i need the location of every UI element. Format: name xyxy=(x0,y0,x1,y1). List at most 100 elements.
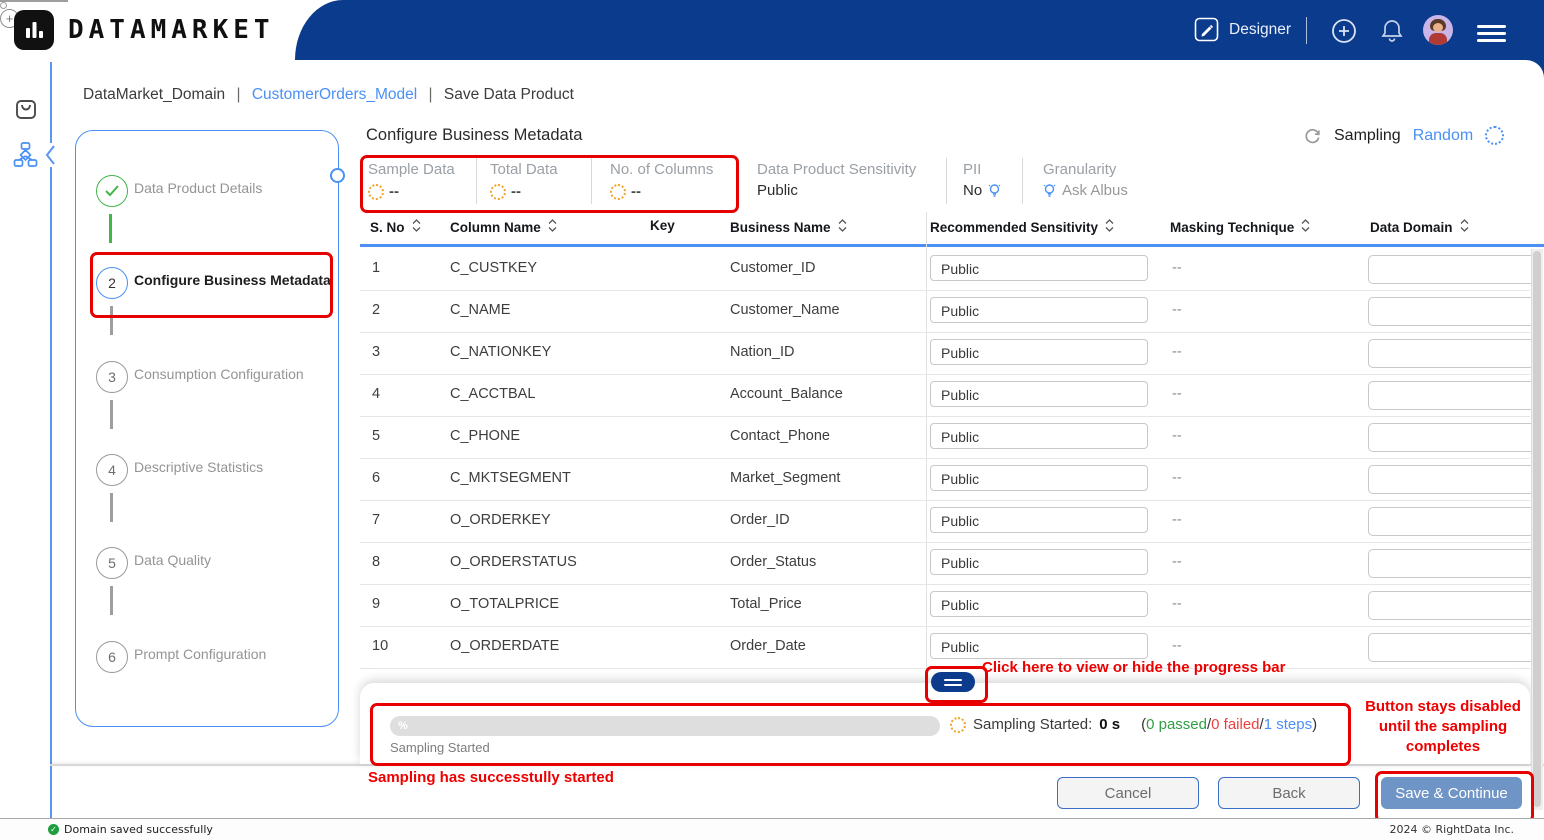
info-label: Data Product Sensitivity xyxy=(757,161,917,178)
data-domain-input[interactable] xyxy=(1368,423,1538,452)
step-label-1[interactable]: Data Product Details xyxy=(134,180,262,196)
data-domain-input[interactable] xyxy=(1368,549,1538,578)
footer-divider xyxy=(50,764,1544,766)
step-circle-3[interactable]: 3 xyxy=(96,361,128,393)
shopping-bag-icon[interactable] xyxy=(14,97,38,126)
cell-masking-technique: -- xyxy=(1172,638,1182,654)
notifications-bell-icon[interactable] xyxy=(1379,17,1405,49)
sensitivity-dropdown[interactable]: Public xyxy=(930,297,1148,323)
copyright: 2024 © RightData Inc. xyxy=(1389,823,1514,836)
data-domain-input[interactable] xyxy=(1368,339,1538,368)
sensitivity-dropdown[interactable]: Public xyxy=(930,339,1148,365)
designer-button[interactable]: Designer xyxy=(1194,17,1291,42)
cell-masking-technique: -- xyxy=(1172,260,1182,276)
back-button[interactable]: Back xyxy=(1218,777,1360,809)
data-flow-icon[interactable] xyxy=(12,142,39,173)
progress-elapsed: 0 s xyxy=(1099,716,1121,733)
column-header-label: Key xyxy=(650,218,675,233)
step-label-3[interactable]: Consumption Configuration xyxy=(134,366,304,382)
stat-divider xyxy=(591,158,592,204)
breadcrumb-model-link[interactable]: CustomerOrders_Model xyxy=(252,86,417,103)
bulb-icon xyxy=(1043,183,1056,197)
info-value-granularity[interactable]: Ask Albus xyxy=(1043,182,1128,199)
progress-toggle-button[interactable] xyxy=(931,672,975,692)
step-label-5[interactable]: Data Quality xyxy=(134,552,211,568)
step-connector xyxy=(110,306,113,335)
data-domain-input[interactable] xyxy=(1368,297,1538,326)
data-domain-input[interactable] xyxy=(1368,381,1538,410)
app-window: DATAMARKET Designer DataMarket_Domain | … xyxy=(0,0,1544,840)
table-row: 4 C_ACCTBAL Account_Balance Public -- xyxy=(360,374,1538,417)
sensitivity-dropdown[interactable]: Public xyxy=(930,591,1148,617)
data-domain-input[interactable] xyxy=(1368,255,1538,284)
sort-icon[interactable] xyxy=(1459,218,1470,236)
sensitivity-dropdown[interactable]: Public xyxy=(930,549,1148,575)
info-label: Granularity xyxy=(1043,161,1117,178)
refresh-icon[interactable] xyxy=(1303,126,1322,145)
step-circle-2[interactable]: 2 xyxy=(96,267,128,299)
data-domain-input[interactable] xyxy=(1368,591,1538,620)
sampling-label: Sampling xyxy=(1334,126,1401,144)
bar-chart-icon xyxy=(26,22,43,38)
column-header-masking-technique[interactable]: Masking Technique xyxy=(1170,218,1311,236)
column-header-business-name[interactable]: Business Name xyxy=(730,218,848,236)
panel-left-border xyxy=(50,62,52,818)
step-label-2[interactable]: Configure Business Metadata xyxy=(134,272,331,288)
column-header-recommended-sensitivity[interactable]: Recommended Sensitivity xyxy=(930,218,1115,236)
save-continue-button[interactable]: Save & Continue xyxy=(1381,777,1522,809)
scrollbar-thumb[interactable] xyxy=(1533,251,1541,807)
info-value-sensitivity: Public xyxy=(757,182,798,199)
sensitivity-dropdown[interactable]: Public xyxy=(930,465,1148,491)
sort-icon[interactable] xyxy=(1104,218,1115,236)
sort-icon[interactable] xyxy=(837,218,848,236)
progress-bar: % xyxy=(390,716,940,736)
cell-masking-technique: -- xyxy=(1172,344,1182,360)
cell-column-name: C_ACCTBAL xyxy=(450,386,536,402)
loading-spinner-icon xyxy=(368,183,384,200)
column-header-data-domain[interactable]: Data Domain xyxy=(1370,218,1470,236)
cell-business-name: Order_Date xyxy=(730,638,806,654)
table-row: 8 O_ORDERSTATUS Order_Status Public -- xyxy=(360,542,1538,585)
cell-column-name: C_NAME xyxy=(450,302,511,318)
step-circle-4[interactable]: 4 xyxy=(96,454,128,486)
column-header-key[interactable]: Key xyxy=(650,218,675,233)
stat-value: -- xyxy=(490,183,521,200)
cancel-button[interactable]: Cancel xyxy=(1057,777,1199,809)
logo-text: DATAMARKET xyxy=(68,15,275,45)
pencil-square-icon xyxy=(1194,17,1219,42)
cell-masking-technique: -- xyxy=(1172,302,1182,318)
bulb-icon[interactable] xyxy=(988,183,1001,199)
cell-business-name: Nation_ID xyxy=(730,344,795,360)
data-domain-input[interactable] xyxy=(1368,465,1538,494)
column-header-column-name[interactable]: Column Name xyxy=(450,218,558,236)
sort-icon[interactable] xyxy=(411,218,422,236)
cell-column-name: O_ORDERSTATUS xyxy=(450,554,577,570)
step-label-4[interactable]: Descriptive Statistics xyxy=(134,459,263,475)
cell-business-name: Customer_Name xyxy=(730,302,840,318)
step-circle-1[interactable] xyxy=(96,175,128,207)
step-label-6[interactable]: Prompt Configuration xyxy=(134,646,266,662)
status-bar: ✓ Domain saved successfully 2024 © Right… xyxy=(0,818,1544,840)
menu-hamburger-icon[interactable] xyxy=(1477,21,1506,46)
add-circle-icon[interactable] xyxy=(1331,18,1357,49)
data-domain-input[interactable] xyxy=(1368,633,1538,662)
active-nav-notch-icon xyxy=(43,143,57,167)
sensitivity-dropdown[interactable]: Public xyxy=(930,381,1148,407)
sort-icon[interactable] xyxy=(1300,218,1311,236)
cell-masking-technique: -- xyxy=(1172,386,1182,402)
cell-serial-no: 9 xyxy=(372,596,381,612)
sensitivity-dropdown[interactable]: Public xyxy=(930,507,1148,533)
sensitivity-dropdown[interactable]: Public xyxy=(930,255,1148,281)
sampling-mode-dropdown[interactable]: Random xyxy=(1413,127,1473,145)
logo-icon[interactable] xyxy=(14,10,54,50)
avatar-body xyxy=(1429,33,1447,45)
user-avatar[interactable] xyxy=(1423,15,1453,45)
progress-bar-caption: Sampling Started xyxy=(390,740,490,755)
step-circle-6[interactable]: 6 xyxy=(96,641,128,673)
sensitivity-dropdown[interactable]: Public xyxy=(930,423,1148,449)
sensitivity-dropdown[interactable]: Public xyxy=(930,633,1148,659)
sort-icon[interactable] xyxy=(547,218,558,236)
column-header-s-no[interactable]: S. No xyxy=(370,218,422,236)
data-domain-input[interactable] xyxy=(1368,507,1538,536)
step-circle-5[interactable]: 5 xyxy=(96,547,128,579)
